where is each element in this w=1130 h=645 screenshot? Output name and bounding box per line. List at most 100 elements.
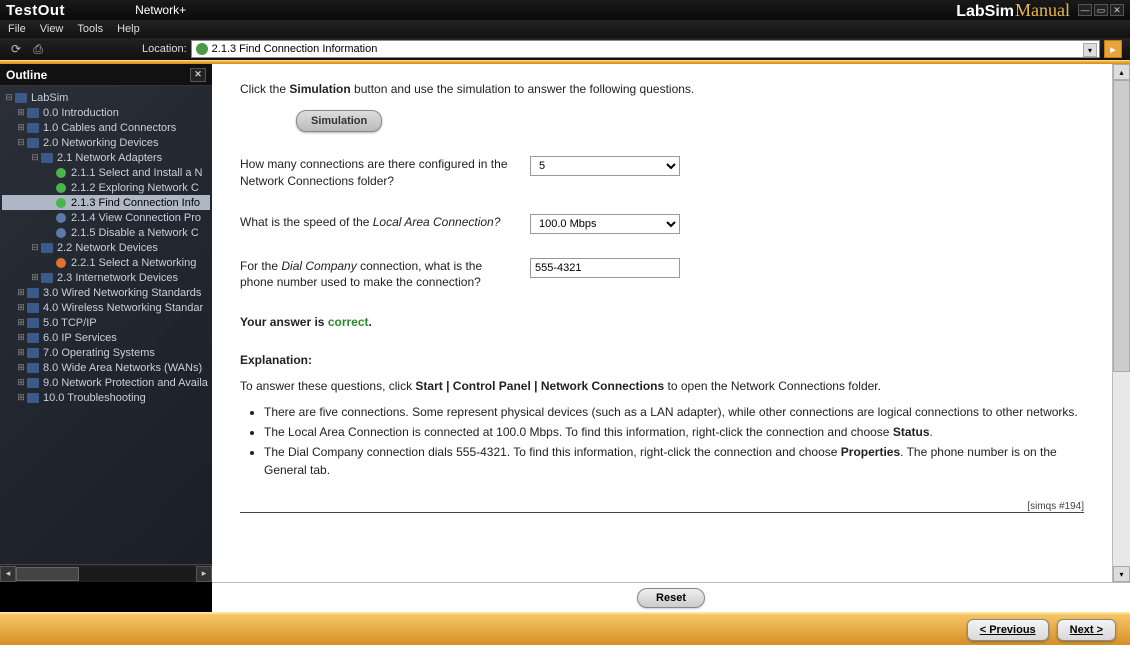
question-2-select[interactable]: 100.0 Mbps [530, 214, 680, 234]
tree-item[interactable]: 2.1.5 Disable a Network C [2, 225, 210, 240]
tree-item-label: 2.1.5 Disable a Network C [71, 227, 199, 239]
tree-item[interactable]: ⊞ 1.0 Cables and Connectors [2, 120, 210, 135]
tree-item-label: 2.1 Network Adapters [57, 152, 162, 164]
tree-item[interactable]: ⊞3.0 Wired Networking Standards [2, 285, 210, 300]
previous-button[interactable]: < Previous [967, 619, 1049, 641]
tree-item[interactable]: ⊟ LabSim [2, 90, 210, 105]
book-icon [26, 332, 40, 344]
next-button[interactable]: Next > [1057, 619, 1116, 641]
expander-icon[interactable]: ⊟ [30, 242, 40, 253]
tree-item-label: 2.1.3 Find Connection Info [71, 197, 200, 209]
expander-icon[interactable]: ⊞ [16, 347, 26, 358]
book-icon [26, 392, 40, 404]
question-2-text: What is the speed of the Local Area Conn… [240, 214, 530, 231]
expander-icon[interactable]: ⊞ [16, 302, 26, 313]
menu-tools[interactable]: Tools [77, 23, 103, 35]
simulation-button[interactable]: Simulation [296, 110, 382, 132]
book-icon [26, 317, 40, 329]
content: Click the Simulation button and use the … [212, 64, 1112, 582]
topic-icon [54, 227, 68, 239]
question-1-text: How many connections are there configure… [240, 156, 530, 190]
tree-item[interactable]: ⊞5.0 TCP/IP [2, 315, 210, 330]
minimize-button[interactable]: — [1078, 4, 1092, 16]
vscroll-thumb[interactable] [1113, 80, 1130, 372]
expander-icon[interactable]: ⊞ [16, 362, 26, 373]
tree-item[interactable]: ⊞8.0 Wide Area Networks (WANs) [2, 360, 210, 375]
expander-icon[interactable]: ⊞ [16, 107, 26, 118]
sidebar-hscrollbar[interactable]: ◂ ▸ [0, 564, 212, 582]
sidebar-title: Outline [6, 68, 47, 82]
go-button[interactable]: ▸ [1104, 40, 1122, 58]
scroll-thumb[interactable] [16, 567, 79, 581]
expander-icon[interactable]: ⊞ [16, 287, 26, 298]
tree-item-label: 2.1.4 View Connection Pro [71, 212, 201, 224]
close-button[interactable]: ✕ [1110, 4, 1124, 16]
expander-icon[interactable]: ⊟ [4, 92, 14, 103]
tree-item[interactable]: 2.1.1 Select and Install a N [2, 165, 210, 180]
question-1-select[interactable]: 5 [530, 156, 680, 176]
tree-item[interactable]: 2.1.4 View Connection Pro [2, 210, 210, 225]
answer-status: Your answer is correct. [240, 315, 1084, 329]
book-icon [40, 272, 54, 284]
location-input[interactable]: 2.1.3 Find Connection Information ▾ [191, 40, 1100, 58]
explanation-bullet: The Dial Company connection dials 555-43… [264, 443, 1084, 479]
tree-item[interactable]: ⊞ 7.0 Operating Systems [2, 345, 210, 360]
tree-item[interactable]: ⊞ 4.0 Wireless Networking Standar [2, 300, 210, 315]
course-name: Network+ [135, 3, 186, 17]
scroll-up-icon[interactable]: ▴ [1113, 64, 1130, 80]
instruction: Click the Simulation button and use the … [240, 82, 1084, 96]
tree-item[interactable]: 2.1.3 Find Connection Info [2, 195, 210, 210]
menu-file[interactable]: File [8, 23, 26, 35]
expander-icon[interactable]: ⊟ [30, 152, 40, 163]
reset-button[interactable]: Reset [637, 588, 705, 608]
tree-item-label: 1.0 Cables and Connectors [43, 122, 176, 134]
tree-item[interactable]: 2.2.1 Select a Networking [2, 255, 210, 270]
tree-item[interactable]: ⊞2.3 Internetwork Devices [2, 270, 210, 285]
question-1: How many connections are there configure… [240, 156, 1084, 190]
book-icon [26, 347, 40, 359]
menu-help[interactable]: Help [117, 23, 140, 35]
question-3-input[interactable] [530, 258, 680, 278]
tree-item[interactable]: 2.1.2 Exploring Network C [2, 180, 210, 195]
tree-item[interactable]: ⊞ 10.0 Troubleshooting [2, 390, 210, 405]
expander-icon[interactable]: ⊞ [16, 392, 26, 403]
explanation: Explanation: To answer these questions, … [240, 353, 1084, 479]
outline-tree: ⊟LabSim⊞0.0 Introduction⊞1.0 Cables and … [0, 86, 212, 564]
toolbar: ⟳ ⎙ Location: 2.1.3 Find Connection Info… [0, 38, 1130, 60]
scroll-left-icon[interactable]: ◂ [0, 566, 16, 582]
scroll-right-icon[interactable]: ▸ [196, 566, 212, 582]
tree-item[interactable]: ⊞ 6.0 IP Services [2, 330, 210, 345]
vscroll-track[interactable] [1113, 80, 1130, 566]
expander-icon[interactable]: ⊟ [16, 137, 26, 148]
tree-item[interactable]: ⊞9.0 Network Protection and Availa [2, 375, 210, 390]
expander-icon[interactable]: ⊞ [30, 272, 40, 283]
tree-item-label: 10.0 Troubleshooting [43, 392, 146, 404]
tree-item-label: 4.0 Wireless Networking Standar [43, 302, 203, 314]
expander-icon[interactable]: ⊞ [16, 122, 26, 133]
refresh-icon[interactable]: ⟳ [8, 41, 24, 57]
expander-icon[interactable]: ⊞ [16, 377, 26, 388]
tree-item-label: 6.0 IP Services [43, 332, 117, 344]
menu-view[interactable]: View [40, 23, 64, 35]
tree-item[interactable]: ⊟ 2.1 Network Adapters [2, 150, 210, 165]
book-icon [26, 302, 40, 314]
book-icon [26, 287, 40, 299]
tree-item[interactable]: ⊟ 2.2 Network Devices [2, 240, 210, 255]
scroll-track[interactable] [16, 567, 196, 581]
question-2: What is the speed of the Local Area Conn… [240, 214, 1084, 234]
location-dropdown-icon[interactable]: ▾ [1083, 43, 1097, 57]
sidebar-close-icon[interactable]: ✕ [190, 68, 206, 82]
tree-item-label: 2.2 Network Devices [57, 242, 158, 254]
tree-item-label: 2.0 Networking Devices [43, 137, 159, 149]
maximize-button[interactable]: ▭ [1094, 4, 1108, 16]
tree-item-label: 7.0 Operating Systems [43, 347, 155, 359]
expander-icon[interactable]: ⊞ [16, 317, 26, 328]
expander-icon[interactable]: ⊞ [16, 332, 26, 343]
print-icon[interactable]: ⎙ [30, 41, 46, 57]
scroll-down-icon[interactable]: ▾ [1113, 566, 1130, 582]
tree-item-label: LabSim [31, 92, 68, 104]
content-vscrollbar[interactable]: ▴ ▾ [1112, 64, 1130, 582]
tree-item[interactable]: ⊞0.0 Introduction [2, 105, 210, 120]
footer: < Previous Next > [0, 612, 1130, 645]
tree-item[interactable]: ⊟ 2.0 Networking Devices [2, 135, 210, 150]
